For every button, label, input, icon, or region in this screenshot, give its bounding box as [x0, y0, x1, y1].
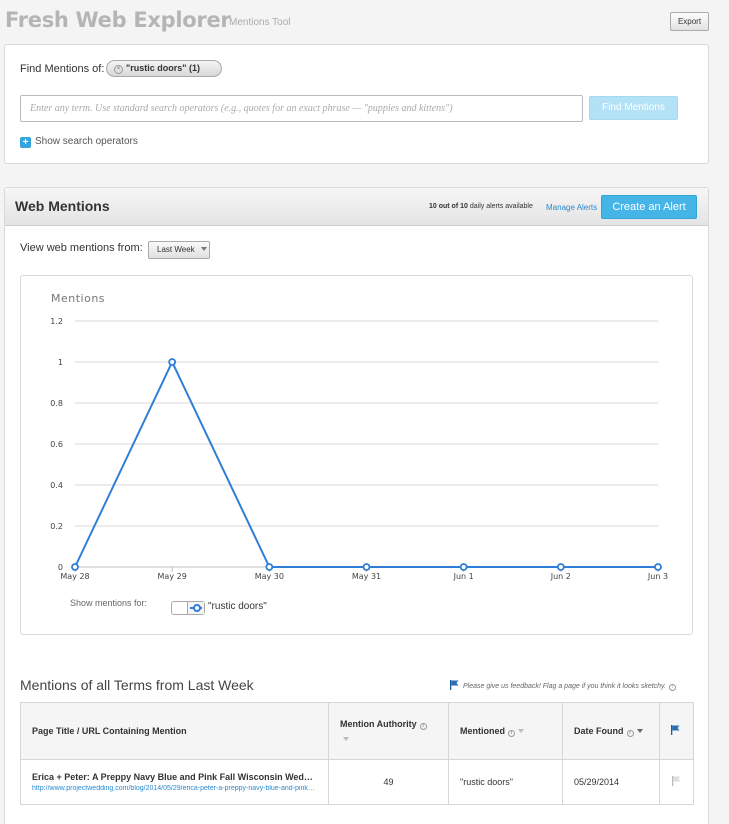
create-alert-button[interactable]: Create an Alert: [601, 195, 697, 219]
data-point: [459, 563, 468, 571]
manage-alerts-link[interactable]: Manage Alerts: [546, 203, 597, 212]
y-tick-label: 1.2: [50, 317, 63, 326]
column-header-label: Page Title / URL Containing Mention: [32, 726, 187, 736]
app-subtitle: Mentions Tool: [229, 17, 291, 28]
table-row: Erica + Peter: A Preppy Navy Blue and Pi…: [20, 759, 694, 805]
data-point: [654, 563, 662, 571]
chart-title: Mentions: [51, 292, 105, 305]
column-header-label: Mentioned: [460, 725, 505, 736]
series-swatch-icon: [187, 602, 204, 614]
x-tick-label: Jun 2: [550, 572, 571, 581]
term-pill[interactable]: × "rustic doors" (1): [106, 60, 222, 77]
column-header-date-found[interactable]: Date Found i: [562, 702, 660, 760]
authority-cell: 49: [328, 759, 449, 805]
sort-icon: [636, 728, 643, 733]
flag-icon: [450, 680, 459, 690]
mentions-table: Page Title / URL Containing Mention Ment…: [20, 702, 694, 805]
legend-label: Show mentions for:: [70, 598, 148, 608]
data-point: [556, 563, 565, 571]
export-button[interactable]: Export: [670, 12, 709, 31]
flag-icon: [671, 725, 680, 735]
flag-cell: [659, 759, 694, 805]
view-mentions-label: View web mentions from:: [20, 242, 143, 254]
column-header-mentioned[interactable]: Mentioned i: [448, 702, 563, 760]
plus-icon: +: [20, 137, 31, 148]
feedback-note: Please give us feedback! Flag a page if …: [450, 680, 676, 691]
row-page-url[interactable]: http://www.projectwedding.com/blog/2014/…: [32, 785, 317, 792]
alerts-count-suffix: daily alerts available: [467, 203, 533, 210]
alerts-count-value: 10 out of 10: [429, 203, 468, 210]
flag-row-icon[interactable]: [672, 776, 681, 786]
legend-series-name: "rustic doors": [208, 601, 267, 612]
info-icon: i: [626, 729, 634, 737]
x-tick-label: May 29: [158, 572, 187, 581]
date-range-value: Last Week: [157, 245, 195, 254]
y-tick-label: 1: [58, 358, 63, 367]
y-tick-label: 0: [58, 563, 63, 572]
remove-term-icon[interactable]: ×: [114, 65, 123, 74]
mentions-table-heading: Mentions of all Terms from Last Week: [20, 677, 254, 693]
mentions-chart: Mentions 0 0.2 0.4 0.6 0.8 1 1.2 May 28 May 29 May…: [50, 292, 668, 581]
sort-icon: [518, 728, 524, 733]
alerts-count: 10 out of 10 daily alerts available: [429, 203, 533, 210]
y-tick-label: 0.2: [50, 522, 63, 531]
chevron-down-icon: [200, 247, 207, 251]
x-tick-label: May 28: [60, 572, 89, 581]
data-point: [362, 563, 371, 571]
x-tick-label: Jun 3: [647, 572, 668, 581]
feedback-text: Please give us feedback! Flag a page if …: [463, 683, 666, 690]
web-mentions-title: Web Mentions: [15, 198, 110, 214]
app-title: Fresh Web Explorer: [5, 8, 231, 32]
sort-icon: [343, 736, 349, 741]
column-header-page-title[interactable]: Page Title / URL Containing Mention: [20, 702, 329, 760]
x-tick-label: May 31: [352, 572, 381, 581]
y-tick-label: 0.8: [50, 399, 63, 408]
x-tick-label: Jun 1: [453, 572, 474, 581]
show-search-operators-label: Show search operators: [35, 136, 138, 147]
show-search-operators[interactable]: + Show search operators: [20, 136, 138, 148]
info-icon[interactable]: i: [668, 684, 676, 691]
column-header-authority[interactable]: Mention Authority i: [328, 702, 449, 760]
mentioned-cell: "rustic doors": [448, 759, 563, 805]
page-title-cell: Erica + Peter: A Preppy Navy Blue and Pi…: [20, 759, 329, 805]
data-point: [168, 358, 177, 366]
data-point: [71, 563, 79, 571]
find-mentions-label: Find Mentions of:: [20, 63, 105, 75]
y-tick-label: 0.4: [50, 481, 63, 490]
series-toggle[interactable]: [171, 601, 205, 615]
y-tick-label: 0.6: [50, 440, 63, 449]
row-page-title[interactable]: Erica + Peter: A Preppy Navy Blue and Pi…: [32, 772, 317, 782]
series-line: [74, 359, 658, 568]
info-icon: i: [508, 729, 515, 737]
column-header-label: Mention Authority: [340, 718, 417, 729]
x-tick-label: May 30: [255, 572, 284, 581]
search-input[interactable]: [20, 95, 583, 122]
info-icon: i: [419, 722, 427, 730]
date-range-select[interactable]: Last Week: [148, 241, 210, 259]
find-mentions-button[interactable]: Find Mentions: [589, 96, 678, 120]
date-found-cell: 05/29/2014: [562, 759, 660, 805]
column-header-flag[interactable]: [659, 702, 694, 760]
term-pill-label: "rustic doors" (1): [126, 63, 201, 73]
data-point: [265, 563, 274, 571]
column-header-label: Date Found: [574, 725, 624, 736]
